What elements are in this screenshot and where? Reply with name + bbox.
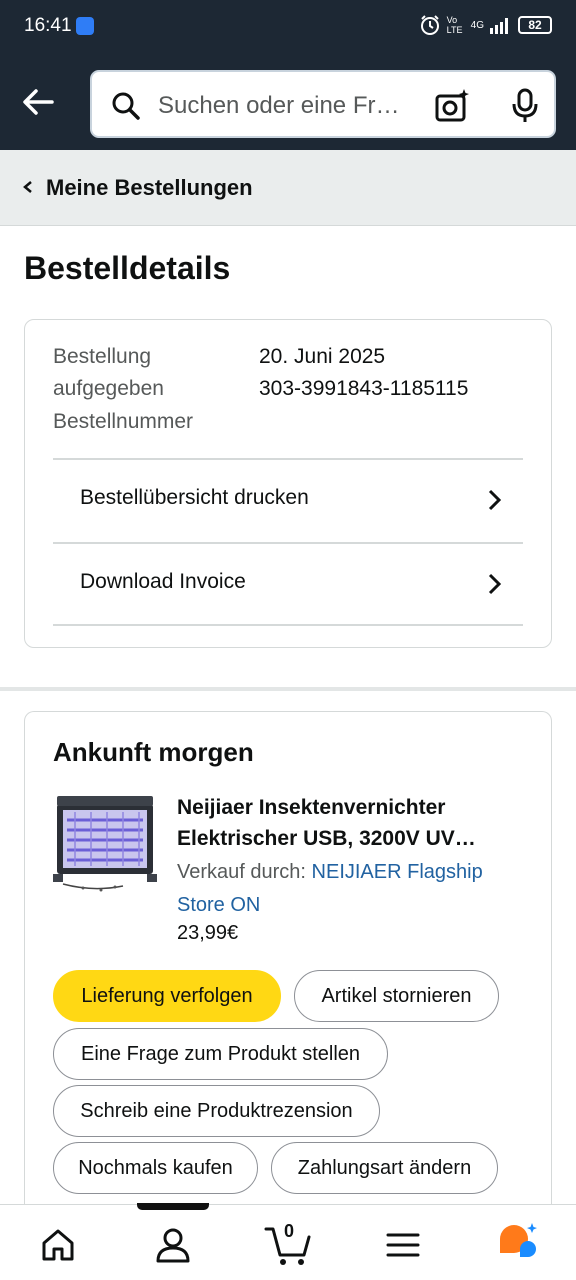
order-number-label: Bestellnummer [53,410,194,433]
bottom-nav: 0 [0,1203,576,1280]
product-title-line1: Neijiaer Insektenvernichter [177,796,446,819]
search-icon [112,92,140,120]
back-arrow-icon[interactable] [18,82,58,122]
order-placed-label-line1: Bestellung [53,345,152,368]
product-price: 23,99€ [177,922,239,944]
microphone-icon[interactable] [510,88,540,124]
order-number-value: 303-3991843-1185115 [259,377,469,400]
seller-link-line2[interactable]: Store ON [177,894,260,916]
cart-count: 0 [284,1221,295,1241]
product-seller: Verkauf durch: NEIJIAER Flagship Store O… [177,856,527,922]
section-divider [0,687,576,691]
status-time: 16:41 [24,15,72,36]
product-title[interactable]: Neijiaer Insektenvernichter Elektrischer… [177,792,527,854]
assistant-icon[interactable] [496,1221,540,1265]
buy-again-button[interactable]: Nochmals kaufen [53,1142,258,1194]
network-type: 4G [470,19,484,31]
divider [53,624,523,626]
chevron-left-icon [23,181,32,193]
search-input[interactable]: Suchen oder eine Fr… [158,92,399,120]
cart-button[interactable]: 0 [264,1219,314,1269]
track-package-button[interactable]: Lieferung verfolgen [53,970,281,1022]
product-title-line2: Elektrischer USB, 3200V UV… [177,827,476,850]
status-bar: 16:41 Vo LTE 4G 82 [0,0,576,52]
shipment-heading: Ankunft morgen [53,737,254,767]
breadcrumb[interactable]: Meine Bestellungen [0,150,576,226]
shipment-card: Ankunft morgen Neijiaer Insektenvernicht… [24,711,552,1271]
cancel-item-button[interactable]: Artikel stornieren [294,970,499,1022]
product-image[interactable] [53,790,157,898]
write-review-button[interactable]: Schreib eine Produktrezension [53,1085,380,1137]
search-bar[interactable]: Suchen oder eine Fr… [90,70,556,138]
print-order-summary-label: Bestellübersicht drucken [80,486,309,509]
active-tab-indicator [137,1203,209,1210]
alarm-icon [420,15,439,35]
order-placed-label-line2: aufgegeben [53,377,164,400]
app-header: 16:41 Vo LTE 4G 82 Suchen oder eine Fr… [0,0,576,150]
battery-indicator: 82 [518,16,552,34]
change-payment-button[interactable]: Zahlungsart ändern [271,1142,498,1194]
ask-product-question-button[interactable]: Eine Frage zum Produkt stellen [53,1028,388,1080]
chevron-right-icon [488,573,502,595]
menu-icon[interactable] [383,1225,423,1265]
chevron-right-icon [488,489,502,511]
print-order-summary-link[interactable]: Bestellübersicht drucken [53,458,523,540]
seller-link[interactable]: NEIJIAER Flagship [312,861,483,883]
breadcrumb-my-orders[interactable]: Meine Bestellungen [46,175,253,201]
page-title: Bestelldetails [24,250,231,286]
home-icon[interactable] [38,1225,78,1265]
download-invoice-label: Download Invoice [80,570,246,593]
download-invoice-link[interactable]: Download Invoice [53,542,523,624]
order-placed-date: 20. Juni 2025 [259,345,386,368]
notification-app-icon [76,17,94,35]
order-summary-card: Bestellung aufgegeben Bestellnummer 20. … [24,319,552,648]
status-icons: Vo LTE 4G 82 [419,14,552,36]
account-icon[interactable] [153,1225,193,1265]
camera-sparkle-icon[interactable] [434,88,470,124]
signal-icon [490,18,508,34]
volte-indicator: Vo LTE [446,15,463,35]
sold-by-label: Verkauf durch: [177,861,312,883]
